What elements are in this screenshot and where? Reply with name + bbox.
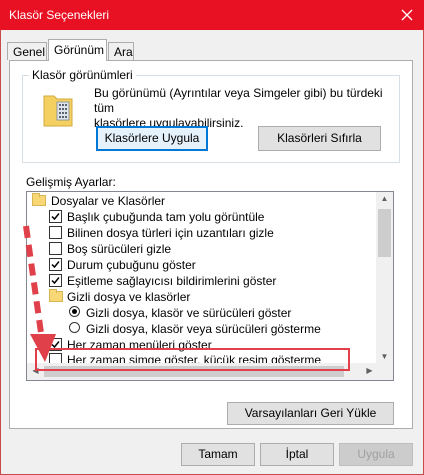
vertical-scrollbar[interactable]: ▲ ▼ [376,192,393,363]
restore-defaults-button[interactable]: Varsayılanları Geri Yükle [227,402,394,425]
button-label: Varsayılanları Geri Yükle [244,406,377,420]
apply-to-folders-button[interactable]: Klasörlere Uygula [96,126,208,151]
folder-views-heading: Klasör görünümleri [29,68,136,82]
button-label: Uygula [357,447,395,461]
reset-folders-button[interactable]: Klasörleri Sıfırla [258,126,381,151]
radio-selected[interactable] [69,306,80,317]
list-item-label: Gizli dosya, klasör veya sürücüleri göst… [86,322,321,336]
tab-label: Ara [114,45,133,59]
ok-button[interactable]: Tamam [181,443,255,466]
list-item-label: Gizli dosya ve klasörler [67,290,191,304]
scroll-down-icon[interactable]: ▼ [376,352,393,361]
list-item-label: Durum çubuğunu göster [67,258,196,272]
list-item-label: Dosyalar ve Klasörler [51,194,166,208]
advanced-settings-list[interactable]: Dosyalar ve Klasörler Başlık çubuğunda t… [26,191,394,381]
list-item-label: Gizli dosya, klasör ve sürücüleri göster [86,306,292,320]
description-line: Bu görünümü (Ayrıntılar veya Simgeler gi… [94,86,383,115]
list-item-label: Başlık çubuğunda tam yolu görüntüle [67,210,265,224]
tab-label: Görünüm [54,43,105,57]
advanced-settings-heading: Gelişmiş Ayarlar: [26,175,116,189]
scroll-thumb[interactable] [378,209,391,257]
horizontal-scrollbar[interactable]: ◀ ▶ [27,363,378,380]
tab-label: Genel [13,45,46,59]
annotation-arrow-icon [23,225,56,362]
list-item-label: Bilinen dosya türleri için uzantıları gi… [67,226,274,240]
folder-views-description: Bu görünümü (Ayrıntılar veya Simgeler gi… [94,86,394,131]
title-bar: Klasör Seçenekleri [0,0,424,30]
button-label: Tamam [198,447,238,461]
close-button[interactable] [390,0,424,30]
folder-view-icon [43,95,73,127]
list-item-label: Her zaman menüleri göster [67,338,212,352]
button-label: Klasörlere Uygula [104,131,200,145]
cancel-button[interactable]: İptal [260,443,334,466]
list-item-label: Boş sürücüleri gizle [67,242,172,256]
button-label: İptal [285,447,309,461]
folder-icon [32,193,46,206]
scroll-thumb[interactable] [44,366,344,377]
tab-gorunum[interactable]: Görünüm [48,39,107,61]
tab-genel[interactable]: Genel [7,42,47,60]
tab-ara[interactable]: Ara [108,42,134,60]
apply-button[interactable]: Uygula [339,443,413,466]
list-item-label: Eşitleme sağlayıcısı bildirimlerini göst… [67,274,277,288]
radio-unselected[interactable] [69,322,80,333]
window-title: Klasör Seçenekleri [9,8,110,22]
scroll-up-icon[interactable]: ▲ [376,194,393,203]
button-label: Klasörleri Sıfırla [277,131,362,145]
scroll-corner [376,363,393,380]
close-icon [401,9,413,21]
